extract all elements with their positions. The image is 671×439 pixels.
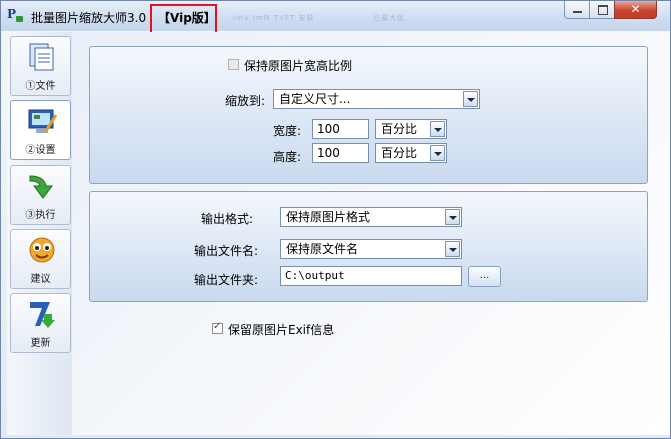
output-filename-select[interactable]: 保持原文件名 <box>280 239 462 259</box>
chevron-down-icon[interactable] <box>430 145 445 161</box>
title-bar[interactable]: P 批量图片缩放大师3.0 【Vip版】 ImV ImM TVFT 安装 已最大… <box>1 1 670 40</box>
height-input[interactable]: 100 <box>312 143 369 163</box>
height-value: 100 <box>317 146 340 160</box>
sidebar-item-label: ②设置 <box>25 145 56 156</box>
keep-exif-label: 保留原图片Exif信息 <box>228 323 335 337</box>
maximize-button[interactable] <box>589 1 615 19</box>
update-logo-icon <box>30 302 55 328</box>
scale-to-select[interactable]: 自定义尺寸... <box>273 89 480 109</box>
output-filename-label: 输出文件名: <box>194 244 259 258</box>
sidebar-item-files[interactable]: ①文件 <box>10 36 71 96</box>
resize-settings-panel <box>89 46 648 184</box>
height-label: 高度: <box>273 150 302 164</box>
settings-monitor-icon <box>28 109 58 133</box>
green-arrow-icon <box>29 175 53 199</box>
keep-ratio-checkbox[interactable] <box>228 59 239 70</box>
sidebar-item-label: 建议 <box>30 274 51 285</box>
app-window: P 批量图片缩放大师3.0 【Vip版】 ImV ImM TVFT 安装 已最大… <box>0 0 671 439</box>
output-folder-value: C:\output <box>285 269 345 282</box>
ghost-text: ImV ImM TVFT 安装 <box>233 14 315 22</box>
scale-to-value: 自定义尺寸... <box>279 92 351 106</box>
width-label: 宽度: <box>273 124 302 138</box>
close-icon: ✕ <box>630 2 641 16</box>
chevron-down-icon[interactable] <box>445 209 460 225</box>
output-format-label: 输出格式: <box>201 212 254 226</box>
sidebar-item-label: 更新 <box>30 338 51 349</box>
browse-folder-button[interactable]: ... <box>468 266 501 287</box>
output-format-value: 保持原图片格式 <box>286 210 371 224</box>
output-folder-input[interactable]: C:\output <box>280 266 462 286</box>
sidebar: ①文件 ②设置 ③执行 建议 更新 <box>7 32 73 435</box>
height-unit-select[interactable]: 百分比 <box>375 143 447 163</box>
sidebar-item-suggest[interactable]: 建议 <box>10 229 71 289</box>
scale-to-label: 缩放到: <box>225 94 266 108</box>
sidebar-item-execute[interactable]: ③执行 <box>10 165 71 225</box>
documents-icon <box>29 43 54 71</box>
output-folder-label: 输出文件夹: <box>194 273 259 287</box>
chevron-down-icon[interactable] <box>445 241 460 257</box>
keep-ratio-label: 保持原图片宽高比例 <box>244 59 353 73</box>
close-button[interactable]: ✕ <box>614 1 657 19</box>
minimize-button[interactable] <box>564 1 590 19</box>
chevron-down-icon[interactable] <box>463 91 478 107</box>
height-unit-value: 百分比 <box>381 146 418 160</box>
width-value: 100 <box>317 122 340 136</box>
sidebar-item-label: ③执行 <box>25 210 56 221</box>
output-filename-value: 保持原文件名 <box>286 242 359 256</box>
ghost-text: 已最大化 <box>373 14 405 22</box>
window-title: 批量图片缩放大师3.0 <box>31 11 147 25</box>
width-unit-value: 百分比 <box>381 122 418 136</box>
sidebar-item-settings[interactable]: ②设置 <box>10 100 71 160</box>
output-format-select[interactable]: 保持原图片格式 <box>280 207 462 227</box>
width-unit-select[interactable]: 百分比 <box>375 119 447 139</box>
mascot-icon <box>29 237 55 263</box>
app-logo-icon: P <box>7 7 25 23</box>
keep-exif-checkbox[interactable] <box>212 321 223 334</box>
sidebar-item-update[interactable]: 更新 <box>10 293 71 353</box>
width-input[interactable]: 100 <box>312 119 369 139</box>
chevron-down-icon[interactable] <box>430 121 445 137</box>
sidebar-item-label: ①文件 <box>25 81 56 92</box>
